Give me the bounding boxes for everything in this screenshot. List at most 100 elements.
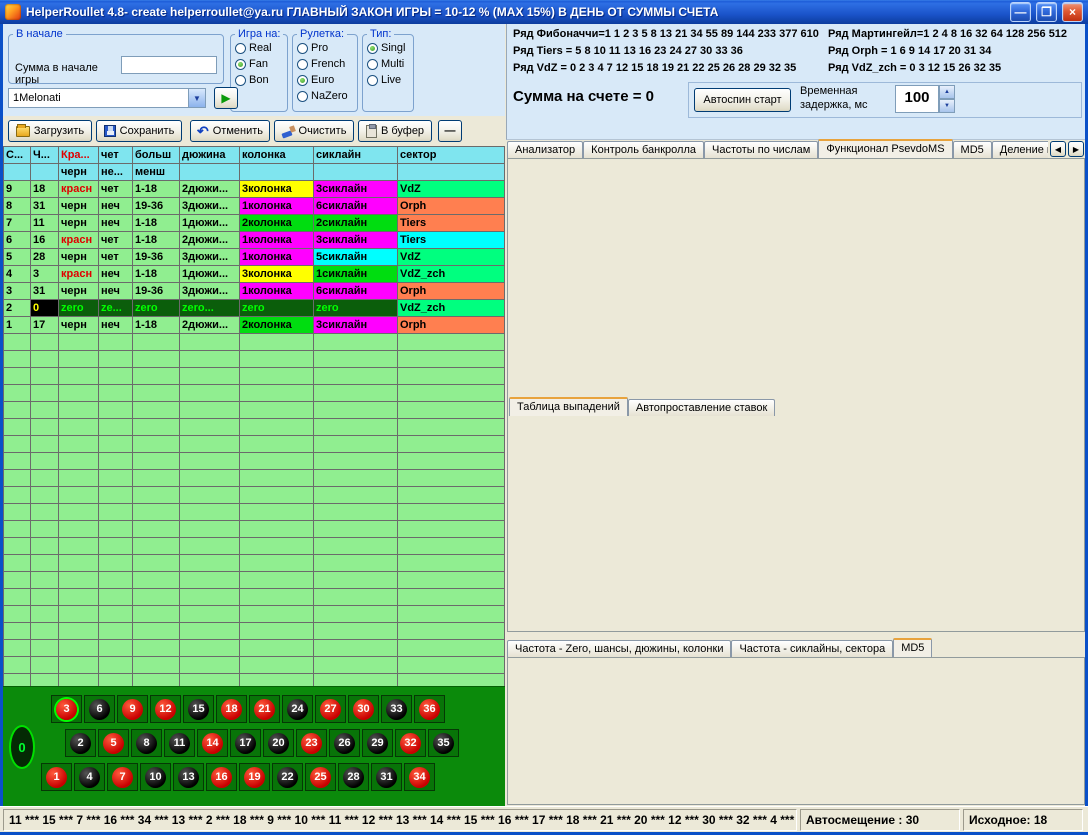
board-cell-29[interactable]: 29 [362, 729, 393, 757]
board-cell-34[interactable]: 34 [404, 763, 435, 791]
radio-option-Real[interactable]: Real [231, 40, 287, 56]
tab-контроль-банкролла[interactable]: Контроль банкролла [583, 141, 704, 158]
roulette-number: 26 [334, 733, 355, 754]
history-row[interactable]: 20zeroze...zerozero...zerozeroVdZ_zch [4, 300, 505, 317]
tab-частота-zero-шансы-дюжины-колонки[interactable]: Частота - Zero, шансы, дюжины, колонки [507, 640, 731, 657]
close-button[interactable]: × [1062, 2, 1083, 22]
maximize-button[interactable]: ❐ [1036, 2, 1057, 22]
board-cell-20[interactable]: 20 [263, 729, 294, 757]
board-cell-33[interactable]: 33 [381, 695, 412, 723]
board-cell-28[interactable]: 28 [338, 763, 369, 791]
preset-select[interactable]: 1Melonati ▼ [8, 88, 206, 108]
tab-md5[interactable]: MD5 [893, 638, 932, 657]
tab-анализатор[interactable]: Анализатор [507, 141, 583, 158]
history-row[interactable]: 616краснчет1-182дюжи...1колонка3сиклайнT… [4, 232, 505, 249]
tab-частота-сиклайны-сектора[interactable]: Частота - сиклайны, сектора [731, 640, 893, 657]
autospin-button[interactable]: Автоспин старт [694, 88, 791, 112]
board-cell-31[interactable]: 31 [371, 763, 402, 791]
history-cell [398, 453, 505, 470]
board-cell-8[interactable]: 8 [131, 729, 162, 757]
radio-option-French[interactable]: French [293, 56, 357, 72]
history-cell [31, 351, 59, 368]
board-cell-12[interactable]: 12 [150, 695, 181, 723]
radio-option-Pro[interactable]: Pro [293, 40, 357, 56]
board-cell-9[interactable]: 9 [117, 695, 148, 723]
tab-частоты-по-числам[interactable]: Частоты по числам [704, 141, 818, 158]
left-controls-area: В начале Сумма в начале игры Игра на: Re… [3, 24, 505, 116]
board-cell-19[interactable]: 19 [239, 763, 270, 791]
board-cell-26[interactable]: 26 [329, 729, 360, 757]
stepper-up-icon[interactable]: ▲ [939, 85, 955, 99]
play-button[interactable]: ▶ [214, 87, 238, 109]
tab-функционал-psevdoms[interactable]: Функционал PsevdoMS [818, 139, 952, 158]
board-cell-7[interactable]: 7 [107, 763, 138, 791]
board-cell-5[interactable]: 5 [98, 729, 129, 757]
board-cell-6[interactable]: 6 [84, 695, 115, 723]
load-button[interactable]: Загрузить [8, 120, 92, 142]
history-cell: 2дюжи... [180, 317, 240, 334]
board-cell-11[interactable]: 11 [164, 729, 195, 757]
radio-option-Fan[interactable]: Fan [231, 56, 287, 72]
board-cell-17[interactable]: 17 [230, 729, 261, 757]
board-cell-3[interactable]: 3 [51, 695, 82, 723]
stepper-down-icon[interactable]: ▼ [939, 99, 955, 113]
tab-деление-ко[interactable]: Деление ко [992, 141, 1048, 158]
board-cell-22[interactable]: 22 [272, 763, 303, 791]
board-cell-32[interactable]: 32 [395, 729, 426, 757]
board-cell-18[interactable]: 18 [216, 695, 247, 723]
radio-option-NaZero[interactable]: NaZero [293, 88, 357, 104]
board-cell-1[interactable]: 1 [41, 763, 72, 791]
delay-value[interactable]: 100 [895, 85, 939, 113]
board-cell-10[interactable]: 10 [140, 763, 171, 791]
board-cell-15[interactable]: 15 [183, 695, 214, 723]
radio-option-Singl[interactable]: Singl [363, 40, 413, 56]
board-cell-21[interactable]: 21 [249, 695, 280, 723]
history-cell [4, 164, 31, 181]
history-row[interactable]: 918краснчет1-182дюжи...3колонка3сиклайнV… [4, 181, 505, 198]
board-cell-35[interactable]: 35 [428, 729, 459, 757]
board-cell-25[interactable]: 25 [305, 763, 336, 791]
history-row[interactable]: 711черннеч1-181дюжи...2колонка2сиклайнTi… [4, 215, 505, 232]
radio-label: Real [249, 42, 272, 54]
history-cell: 1-18 [133, 232, 180, 249]
board-cell-4[interactable]: 4 [74, 763, 105, 791]
radio-option-Multi[interactable]: Multi [363, 56, 413, 72]
buffer-button[interactable]: В буфер [358, 120, 432, 142]
board-cell-14[interactable]: 14 [197, 729, 228, 757]
collapse-button[interactable]: — [438, 120, 462, 142]
tab-scroll-left-icon[interactable]: ◀ [1050, 141, 1066, 157]
save-button[interactable]: Сохранить [96, 120, 182, 142]
history-row[interactable]: 43красннеч1-181дюжи...3колонка1сиклайнVd… [4, 266, 505, 283]
undo-button[interactable]: ↶ Отменить [190, 120, 270, 142]
board-cell-13[interactable]: 13 [173, 763, 204, 791]
roulette-number: 25 [310, 767, 331, 788]
board-cell-27[interactable]: 27 [315, 695, 346, 723]
chevron-down-icon[interactable]: ▼ [188, 89, 205, 107]
board-cell-0[interactable]: 0 [9, 725, 35, 769]
board-cell-23[interactable]: 23 [296, 729, 327, 757]
board-cell-30[interactable]: 30 [348, 695, 379, 723]
board-cell-2[interactable]: 2 [65, 729, 96, 757]
tab-scroll-right-icon[interactable]: ▶ [1068, 141, 1084, 157]
board-cell-24[interactable]: 24 [282, 695, 313, 723]
board-cell-36[interactable]: 36 [414, 695, 445, 723]
history-row[interactable]: 831черннеч19-363дюжи...1колонка6сиклайнO… [4, 198, 505, 215]
minimize-button[interactable]: — [1010, 2, 1031, 22]
history-row[interactable]: 528чернчет19-363дюжи...1колонка5сиклайнV… [4, 249, 505, 266]
radio-option-Bon[interactable]: Bon [231, 72, 287, 88]
history-row[interactable]: 117черннеч1-182дюжи...2колонка3сиклайнOr… [4, 317, 505, 334]
history-cell [314, 368, 398, 385]
start-sum-input[interactable] [121, 56, 217, 74]
roulette-number: 23 [301, 733, 322, 754]
history-cell: 1-18 [133, 215, 180, 232]
radio-option-Euro[interactable]: Euro [293, 72, 357, 88]
tab-md5[interactable]: MD5 [953, 141, 992, 158]
history-cell: 3сиклайн [314, 317, 398, 334]
radio-option-Live[interactable]: Live [363, 72, 413, 88]
tab-автопроставление-ставок[interactable]: Автопроставление ставок [628, 399, 775, 416]
status-sequence: 11 *** 15 *** 7 *** 16 *** 34 *** 13 ***… [3, 809, 797, 831]
history-row[interactable]: 331черннеч19-363дюжи...1колонка6сиклайнO… [4, 283, 505, 300]
tab-таблица-выпадений[interactable]: Таблица выпадений [509, 397, 628, 416]
clear-button[interactable]: Очистить [274, 120, 354, 142]
board-cell-16[interactable]: 16 [206, 763, 237, 791]
